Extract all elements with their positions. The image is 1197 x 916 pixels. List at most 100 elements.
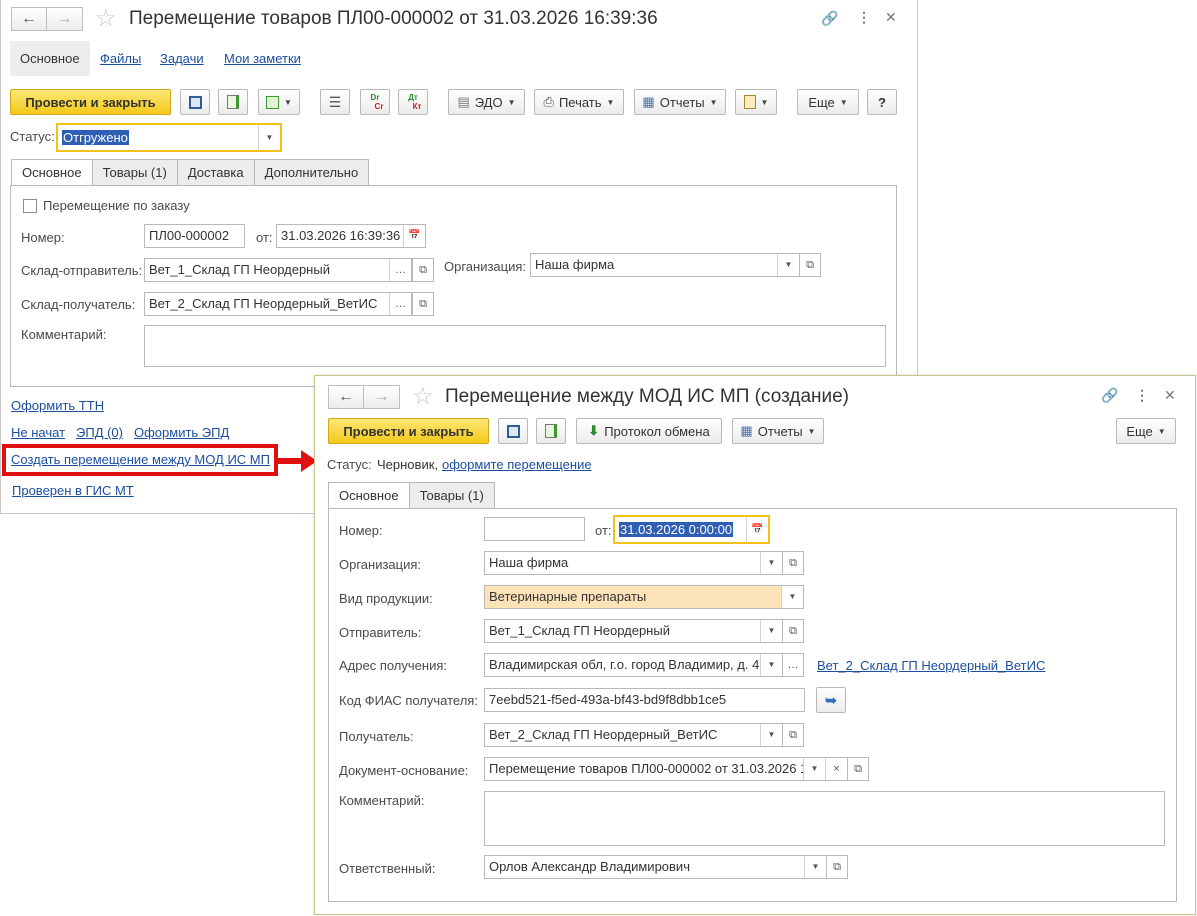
- calendar-icon[interactable]: 📅: [403, 225, 425, 247]
- by-order-checkbox[interactable]: [23, 199, 37, 213]
- chevron-down-icon[interactable]: ▼: [760, 654, 782, 676]
- document-clip-icon: [743, 95, 756, 109]
- epd-count-link[interactable]: ЭПД (0): [76, 425, 123, 440]
- clear-x-icon[interactable]: ×: [825, 758, 847, 780]
- number-field[interactable]: ПЛ00-000002: [144, 224, 245, 248]
- open-icon[interactable]: ⧉: [799, 253, 821, 277]
- open-icon[interactable]: ⧉: [826, 855, 848, 879]
- chevron-down-icon[interactable]: ▼: [760, 620, 782, 642]
- receiver-field[interactable]: Вет_2_Склад ГП Неордерный_ВетИС ▼: [484, 723, 783, 747]
- address-field[interactable]: Владимирская обл, г.о. город Владимир, д…: [484, 653, 783, 677]
- receiver-warehouse-field[interactable]: Вет_2_Склад ГП Неордерный_ВетИС …: [144, 292, 412, 316]
- date-field[interactable]: 31.03.2026 0:00:00 📅: [613, 515, 770, 544]
- post-and-close-button[interactable]: Провести и закрыть: [328, 418, 489, 444]
- sender-field[interactable]: Вет_1_Склад ГП Неордерный ▼: [484, 619, 783, 643]
- post-button[interactable]: [536, 418, 566, 444]
- print-button[interactable]: ⎙ Печать ▼: [534, 89, 624, 115]
- post-and-close-button[interactable]: Провести и закрыть: [10, 89, 171, 115]
- open-icon[interactable]: ⧉: [412, 258, 434, 282]
- open-icon[interactable]: ⧉: [782, 619, 804, 643]
- post-button[interactable]: [218, 89, 248, 115]
- forward-arrow-icon[interactable]: →: [364, 385, 400, 409]
- make-ttn-link[interactable]: Оформить ТТН: [11, 398, 104, 413]
- date-field[interactable]: 31.03.2026 16:39:36 📅: [276, 224, 426, 248]
- chevron-down-icon[interactable]: ▼: [258, 125, 280, 150]
- checked-gis-link[interactable]: Проверен в ГИС МТ: [12, 483, 134, 498]
- open-icon[interactable]: ⧉: [782, 723, 804, 747]
- dt-kt-icon: Дт: [408, 93, 418, 102]
- dr-cr-button[interactable]: Dr Cr: [360, 89, 390, 115]
- tab-delivery[interactable]: Доставка: [176, 159, 255, 186]
- calendar-icon[interactable]: 📅: [746, 517, 768, 542]
- post-document-icon: [227, 95, 239, 109]
- comment-label: Комментарий:: [21, 327, 107, 342]
- back-arrow-icon[interactable]: ←: [328, 385, 364, 409]
- save-button[interactable]: [498, 418, 528, 444]
- close-icon[interactable]: ✕: [885, 9, 897, 26]
- comment-textarea[interactable]: [144, 325, 886, 367]
- create-based-on-button[interactable]: ▼: [258, 89, 300, 115]
- favorite-star-icon[interactable]: ☆: [412, 385, 434, 409]
- make-move-link[interactable]: оформите перемещение: [442, 457, 592, 472]
- link-icon[interactable]: 🔗: [821, 10, 838, 27]
- more-button[interactable]: Еще ▼: [1116, 418, 1176, 444]
- dt-kt-button[interactable]: Дт Кт: [398, 89, 428, 115]
- more-vertical-icon[interactable]: ⋮: [1135, 387, 1149, 404]
- open-icon[interactable]: ⧉: [782, 551, 804, 575]
- open-icon[interactable]: ⧉: [412, 292, 434, 316]
- open-icon[interactable]: ⧉: [847, 757, 869, 781]
- chevron-down-icon[interactable]: ▼: [777, 254, 799, 276]
- create-move-link[interactable]: Создать перемещение между МОД ИС МП: [11, 452, 270, 467]
- back-arrow-icon[interactable]: ←: [11, 7, 47, 31]
- number-field[interactable]: [484, 517, 585, 541]
- forward-arrow-icon[interactable]: →: [47, 7, 83, 31]
- document-journal-button[interactable]: ☰: [320, 89, 350, 115]
- organization-field[interactable]: Наша фирма ▼: [484, 551, 783, 575]
- tab-main[interactable]: Основное: [11, 159, 93, 186]
- save-icon: [506, 424, 520, 438]
- organization-field[interactable]: Наша фирма ▼: [530, 253, 800, 277]
- reports-button[interactable]: ▦ Отчеты ▼: [732, 418, 824, 444]
- page-tab-notes[interactable]: Мои заметки: [214, 41, 311, 76]
- sender-warehouse-field[interactable]: Вет_1_Склад ГП Неордерный …: [144, 258, 412, 282]
- comment-textarea[interactable]: [484, 791, 1165, 846]
- tab-additional[interactable]: Дополнительно: [253, 159, 370, 186]
- make-epd-link[interactable]: Оформить ЭПД: [134, 425, 229, 440]
- exchange-log-button[interactable]: ⬇ Протокол обмена: [576, 418, 722, 444]
- status-select[interactable]: Отгружено ▼: [56, 123, 282, 152]
- nav-buttons: ← →: [328, 385, 400, 409]
- link-icon[interactable]: 🔗: [1101, 387, 1118, 404]
- select-ellipsis-icon[interactable]: …: [389, 293, 411, 315]
- chevron-down-icon[interactable]: ▼: [803, 758, 825, 780]
- more-button[interactable]: Еще ▼: [797, 89, 859, 115]
- select-ellipsis-icon[interactable]: …: [389, 259, 411, 281]
- product-type-field[interactable]: Ветеринарные препараты ▼: [484, 585, 804, 609]
- refresh-fias-button[interactable]: ➥: [816, 687, 846, 713]
- reports-button[interactable]: ▦ Отчеты ▼: [634, 89, 726, 115]
- tab-goods[interactable]: Товары (1): [408, 482, 495, 509]
- page-tab-files[interactable]: Файлы: [90, 41, 151, 76]
- save-button[interactable]: [180, 89, 210, 115]
- help-button[interactable]: ?: [867, 89, 897, 115]
- fias-field[interactable]: 7eebd521-f5ed-493a-bf43-bd9f8dbb1ce5: [484, 688, 805, 712]
- receiver-warehouse-link[interactable]: Вет_2_Склад ГП Неордерный_ВетИС: [817, 658, 1045, 673]
- basis-document-field[interactable]: Перемещение товаров ПЛ00-000002 от 31.03…: [484, 757, 848, 781]
- favorite-star-icon[interactable]: ☆: [95, 7, 117, 31]
- attachments-button[interactable]: ▼: [735, 89, 777, 115]
- edo-icon: ▤: [457, 94, 470, 109]
- not-started-link[interactable]: Не начат: [11, 425, 65, 440]
- page-tab-tasks[interactable]: Задачи: [150, 41, 214, 76]
- tab-main[interactable]: Основное: [328, 482, 410, 509]
- page-tab-main[interactable]: Основное: [10, 41, 90, 76]
- date-value: 31.03.2026 0:00:00: [619, 522, 734, 537]
- select-ellipsis-icon[interactable]: …: [782, 653, 804, 677]
- chevron-down-icon[interactable]: ▼: [804, 856, 826, 878]
- edo-button[interactable]: ▤ ЭДО ▼: [448, 89, 525, 115]
- chevron-down-icon[interactable]: ▼: [781, 586, 803, 608]
- chevron-down-icon[interactable]: ▼: [760, 724, 782, 746]
- chevron-down-icon[interactable]: ▼: [760, 552, 782, 574]
- more-vertical-icon[interactable]: ⋮: [857, 9, 871, 26]
- responsible-field[interactable]: Орлов Александр Владимирович ▼: [484, 855, 827, 879]
- tab-goods[interactable]: Товары (1): [91, 159, 178, 186]
- close-icon[interactable]: ✕: [1164, 387, 1176, 404]
